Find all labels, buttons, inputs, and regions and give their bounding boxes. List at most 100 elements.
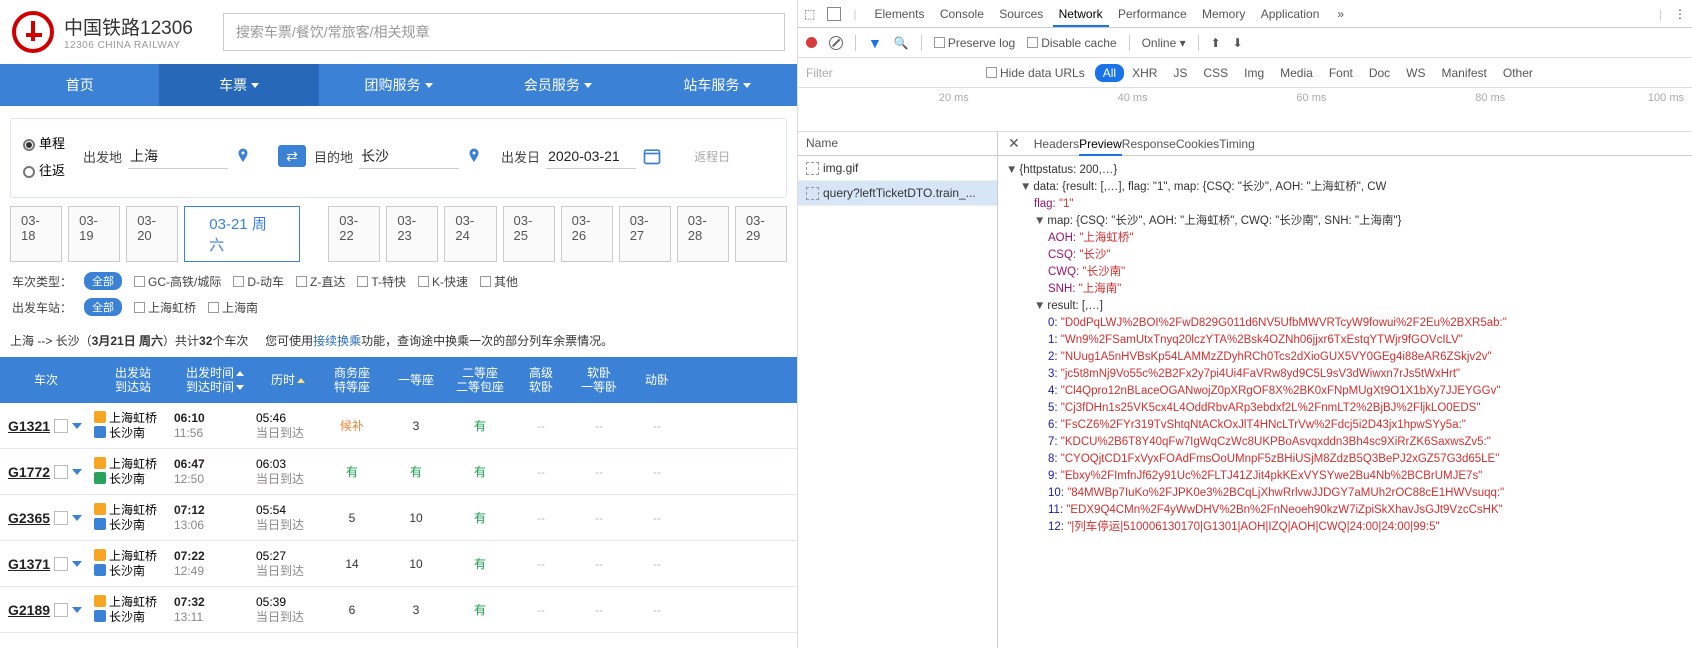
close-detail-button[interactable]: ✕ (1008, 135, 1020, 152)
expand-icon[interactable] (72, 607, 82, 613)
hide-data-urls-checkbox[interactable]: Hide data URLs (986, 66, 1085, 80)
expand-icon[interactable] (72, 515, 82, 521)
devtools-tab[interactable]: Application (1255, 3, 1326, 25)
table-row[interactable]: G1371上海虹桥长沙南07:2212:4905:27当日到达1410有----… (0, 541, 797, 587)
date-tab[interactable]: 03-18 (10, 206, 62, 262)
filter-checkbox[interactable]: Z-直达 (296, 273, 345, 290)
detail-tab[interactable]: Timing (1219, 137, 1255, 151)
rail-app: 中国铁路12306 12306 CHINA RAILWAY 搜索车票/餐饮/常旅… (0, 0, 798, 648)
col-duration[interactable]: 历时 (256, 373, 320, 387)
date-tab[interactable]: 03-23 (386, 206, 438, 262)
table-row[interactable]: G1772上海虹桥长沙南06:4712:5006:03当日到达有有有------ (0, 449, 797, 495)
preserve-log-checkbox[interactable]: Preserve log (934, 36, 1015, 50)
filter-checkbox[interactable]: GC-高铁/城际 (134, 273, 221, 290)
filter-input[interactable]: Filter (806, 66, 976, 80)
type-filter-pill[interactable]: Font (1321, 64, 1361, 82)
filter-checkbox[interactable]: 其他 (480, 273, 518, 290)
date-tab[interactable]: 03-27 (619, 206, 671, 262)
devtools-tab[interactable]: Network (1053, 3, 1109, 27)
type-filter-pill[interactable]: Doc (1361, 64, 1398, 82)
devtools-tab[interactable]: Memory (1196, 3, 1251, 25)
nav-station[interactable]: 站车服务 (638, 64, 797, 106)
devtools-tab[interactable]: Console (934, 3, 990, 25)
col-business[interactable]: 商务座特等座 (320, 366, 384, 394)
date-tab[interactable]: 03-25 (503, 206, 555, 262)
type-filter-pill[interactable]: Manifest (1434, 64, 1495, 82)
type-filter-pill[interactable]: JS (1165, 64, 1195, 82)
date-tab[interactable]: 03-22 (328, 206, 380, 262)
col-d-sleep[interactable]: 动卧 (628, 373, 686, 387)
col-times[interactable]: 出发时间到达时间 (174, 366, 256, 394)
devtools-menu-icon[interactable]: ⋮ (1674, 7, 1686, 21)
table-row[interactable]: G2365上海虹桥长沙南07:1213:0605:54当日到达510有-----… (0, 495, 797, 541)
date-tab[interactable]: 03-26 (561, 206, 613, 262)
filter-checkbox[interactable]: T-特快 (357, 273, 406, 290)
upload-icon[interactable]: ⬆ (1211, 36, 1221, 50)
detail-tab[interactable]: Headers (1034, 137, 1079, 151)
date-tab[interactable]: 03-29 (735, 206, 787, 262)
detail-tab[interactable]: Response (1122, 137, 1176, 151)
more-tabs[interactable]: » (1337, 7, 1344, 21)
expand-icon[interactable] (72, 561, 82, 567)
col-train-no[interactable]: 车次 (0, 373, 92, 387)
preview-tree[interactable]: ▼{httpstatus: 200,…}▼data: {result: [,…]… (998, 156, 1692, 542)
train-type-filter: 车次类型：全部GC-高铁/城际D-动车Z-直达T-特快K-快速其他 (0, 268, 797, 294)
filter-checkbox[interactable]: 上海南 (208, 299, 258, 316)
nav-home[interactable]: 首页 (0, 64, 159, 106)
filter-checkbox[interactable]: D-动车 (233, 273, 284, 290)
devtools-tab[interactable]: Sources (993, 3, 1049, 25)
col-high-sleep[interactable]: 高级软卧 (512, 366, 570, 394)
disable-cache-checkbox[interactable]: Disable cache (1027, 36, 1116, 50)
type-filter-pill[interactable]: All (1095, 64, 1124, 82)
filter-checkbox[interactable]: K-快速 (418, 273, 468, 290)
detail-tab[interactable]: Cookies (1176, 137, 1219, 151)
table-row[interactable]: G1321上海虹桥长沙南06:1011:5605:46当日到达候补3有-----… (0, 403, 797, 449)
col-second[interactable]: 二等座二等包座 (448, 366, 512, 394)
type-filter-pill[interactable]: Other (1495, 64, 1541, 82)
type-filter-pill[interactable]: WS (1398, 64, 1433, 82)
expand-icon[interactable] (72, 423, 82, 429)
trip-single-radio[interactable]: 单程 (23, 133, 65, 152)
filter-checkbox[interactable]: 上海虹桥 (134, 299, 196, 316)
clear-button[interactable] (829, 36, 843, 50)
timeline[interactable]: 20 ms40 ms60 ms80 ms100 ms (798, 88, 1692, 132)
type-filter-pill[interactable]: Img (1236, 64, 1272, 82)
col-stations[interactable]: 出发站到达站 (92, 366, 174, 394)
request-item[interactable]: query?leftTicketDTO.train_... (798, 181, 997, 206)
filter-all[interactable]: 全部 (84, 298, 122, 316)
devtools-tab[interactable]: Elements (868, 3, 930, 25)
from-input[interactable] (128, 144, 228, 169)
date-tab[interactable]: 03-20 (126, 206, 178, 262)
type-filter-pill[interactable]: Media (1272, 64, 1321, 82)
nav-member[interactable]: 会员服务 (478, 64, 637, 106)
col-first[interactable]: 一等座 (384, 373, 448, 387)
date-tab[interactable]: 03-19 (68, 206, 120, 262)
swap-button[interactable]: ⇄ (278, 145, 306, 167)
download-icon[interactable]: ⬇ (1233, 36, 1243, 50)
nav-ticket[interactable]: 车票 (159, 64, 318, 106)
device-mode-icon[interactable] (827, 7, 841, 21)
to-input[interactable] (359, 144, 459, 169)
request-item[interactable]: img.gif (798, 156, 997, 181)
inspect-icon[interactable]: ⬚ (804, 7, 815, 21)
throttling-select[interactable]: Online ▾ (1142, 36, 1186, 50)
transfer-link[interactable]: 接续换乘 (313, 334, 361, 348)
site-search-input[interactable]: 搜索车票/餐饮/常旅客/相关规章 (223, 13, 785, 51)
date-tab[interactable]: 03-21 周六 (184, 206, 300, 262)
col-soft-sleep[interactable]: 软卧一等卧 (570, 366, 628, 394)
date-input[interactable] (546, 144, 636, 169)
devtools-tab[interactable]: Performance (1112, 3, 1193, 25)
filter-icon[interactable]: ▼ (868, 35, 882, 51)
type-filter-pill[interactable]: CSS (1195, 64, 1236, 82)
date-tab[interactable]: 03-28 (677, 206, 729, 262)
filter-all[interactable]: 全部 (84, 272, 122, 290)
trip-round-radio[interactable]: 往返 (23, 160, 65, 179)
date-tab[interactable]: 03-24 (444, 206, 496, 262)
table-row[interactable]: G2189上海虹桥长沙南07:3213:1105:39当日到达63有------ (0, 587, 797, 633)
expand-icon[interactable] (72, 469, 82, 475)
search-icon[interactable]: 🔍 (894, 36, 909, 50)
type-filter-pill[interactable]: XHR (1124, 64, 1165, 82)
nav-group[interactable]: 团购服务 (319, 64, 478, 106)
detail-tab[interactable]: Preview (1079, 137, 1122, 156)
record-button[interactable] (806, 37, 817, 48)
